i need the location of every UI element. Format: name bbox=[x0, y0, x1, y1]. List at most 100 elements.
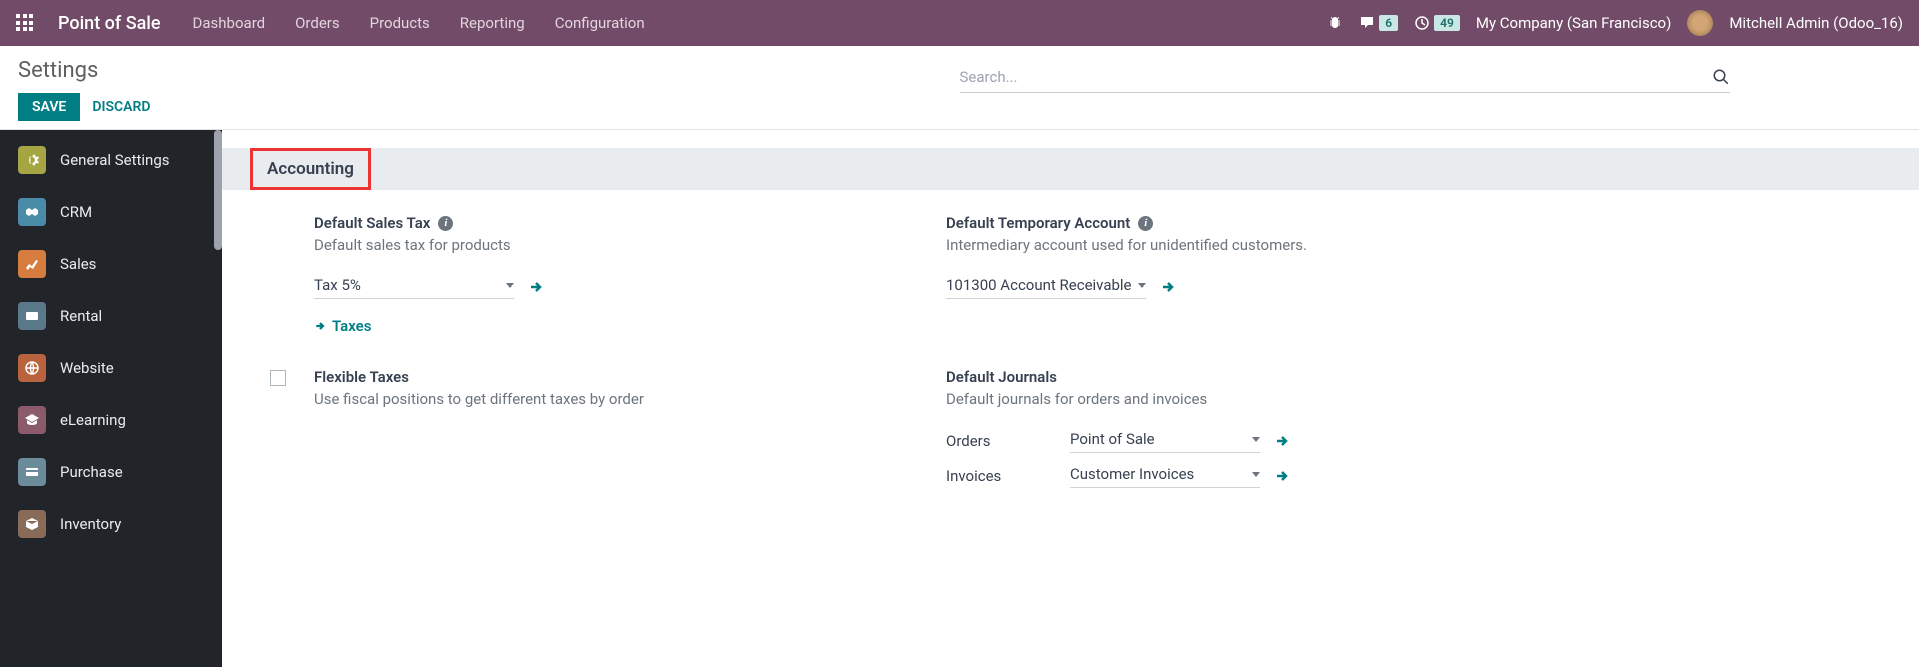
key-icon bbox=[18, 302, 46, 330]
search-input[interactable] bbox=[960, 66, 1712, 88]
field-label: Orders bbox=[946, 432, 1056, 450]
invoices-journal-select[interactable]: Customer Invoices bbox=[1070, 463, 1260, 488]
messages-icon[interactable]: 6 bbox=[1359, 15, 1398, 31]
setting-field: 101300 Account Receivable bbox=[946, 274, 1506, 299]
sidebar-item-label: Website bbox=[60, 359, 114, 377]
sidebar-item-general-settings[interactable]: General Settings bbox=[0, 134, 222, 186]
top-navbar: Point of Sale Dashboard Orders Products … bbox=[0, 0, 1919, 46]
flexible-taxes-checkbox[interactable] bbox=[270, 370, 286, 386]
save-button[interactable]: SAVE bbox=[18, 93, 80, 121]
handshake-icon bbox=[18, 198, 46, 226]
setting-title: Default Temporary Account i bbox=[946, 214, 1506, 232]
sidebar-scrollbar[interactable] bbox=[214, 130, 222, 250]
section-header-accounting: Accounting bbox=[250, 148, 371, 190]
settings-row: Default Sales Tax i Default sales tax fo… bbox=[250, 214, 1891, 336]
sidebar-item-sales[interactable]: Sales bbox=[0, 238, 222, 290]
info-icon[interactable]: i bbox=[1138, 216, 1153, 231]
globe-icon bbox=[18, 354, 46, 382]
box-icon bbox=[18, 510, 46, 538]
setting-title: Flexible Taxes bbox=[314, 368, 874, 386]
user-menu[interactable]: Mitchell Admin (Odoo_16) bbox=[1729, 14, 1903, 32]
graduation-icon bbox=[18, 406, 46, 434]
sidebar-item-elearning[interactable]: eLearning bbox=[0, 394, 222, 446]
nav-configuration[interactable]: Configuration bbox=[555, 14, 645, 32]
setting-desc: Default sales tax for products bbox=[314, 236, 874, 254]
debug-icon[interactable] bbox=[1327, 15, 1343, 31]
external-link-icon[interactable] bbox=[528, 279, 544, 295]
settings-content: Accounting Default Sales Tax i Default s… bbox=[222, 130, 1919, 667]
sidebar-item-label: Purchase bbox=[60, 463, 123, 481]
sidebar-item-rental[interactable]: Rental bbox=[0, 290, 222, 342]
activities-icon[interactable]: 49 bbox=[1414, 15, 1460, 31]
gear-icon bbox=[18, 146, 46, 174]
main: General Settings CRM Sales Rental Websit… bbox=[0, 130, 1919, 667]
sidebar-item-crm[interactable]: CRM bbox=[0, 186, 222, 238]
nav-links: Dashboard Orders Products Reporting Conf… bbox=[193, 14, 645, 32]
app-brand[interactable]: Point of Sale bbox=[58, 13, 161, 34]
page-title: Settings bbox=[18, 58, 960, 83]
section-header-wrap: Accounting bbox=[222, 148, 1919, 190]
discard-button[interactable]: DISCARD bbox=[92, 99, 150, 115]
control-panel: Settings SAVE DISCARD bbox=[0, 46, 1919, 130]
company-switcher[interactable]: My Company (San Francisco) bbox=[1476, 14, 1671, 32]
select-value: Customer Invoices bbox=[1070, 465, 1246, 483]
nav-products[interactable]: Products bbox=[370, 14, 430, 32]
setting-desc: Intermediary account used for unidentifi… bbox=[946, 236, 1506, 254]
sidebar-item-label: Sales bbox=[60, 255, 96, 273]
invoices-field: Invoices Customer Invoices bbox=[946, 463, 1506, 488]
external-link-icon[interactable] bbox=[1274, 433, 1290, 449]
cp-right bbox=[960, 58, 1902, 93]
setting-field: Tax 5% bbox=[314, 274, 874, 299]
chevron-down-icon bbox=[506, 283, 514, 288]
setting-default-sales-tax: Default Sales Tax i Default sales tax fo… bbox=[314, 214, 874, 336]
sidebar-item-inventory[interactable]: Inventory bbox=[0, 498, 222, 550]
setting-default-journals: Default Journals Default journals for or… bbox=[946, 368, 1506, 498]
sidebar-item-website[interactable]: Website bbox=[0, 342, 222, 394]
search-icon[interactable] bbox=[1712, 68, 1730, 86]
orders-journal-select[interactable]: Point of Sale bbox=[1070, 428, 1260, 453]
external-link-icon[interactable] bbox=[1274, 468, 1290, 484]
link-label: Taxes bbox=[332, 317, 371, 335]
sidebar-item-label: Rental bbox=[60, 307, 102, 325]
field-label: Invoices bbox=[946, 467, 1056, 485]
chart-icon bbox=[18, 250, 46, 278]
navbar-left: Point of Sale Dashboard Orders Products … bbox=[16, 13, 1327, 34]
setting-title-text: Flexible Taxes bbox=[314, 368, 409, 386]
setting-desc: Default journals for orders and invoices bbox=[946, 390, 1506, 408]
cp-left: Settings SAVE DISCARD bbox=[18, 58, 960, 121]
setting-title-text: Default Sales Tax bbox=[314, 214, 430, 232]
nav-reporting[interactable]: Reporting bbox=[460, 14, 525, 32]
settings-row: Flexible Taxes Use fiscal positions to g… bbox=[250, 368, 1891, 498]
select-value: 101300 Account Receivable bbox=[946, 276, 1132, 294]
messages-badge: 6 bbox=[1379, 15, 1398, 31]
sidebar-item-label: General Settings bbox=[60, 151, 170, 169]
card-icon bbox=[18, 458, 46, 486]
activities-badge: 49 bbox=[1434, 15, 1460, 31]
sidebar-item-purchase[interactable]: Purchase bbox=[0, 446, 222, 498]
select-value: Point of Sale bbox=[1070, 430, 1246, 448]
setting-title: Default Journals bbox=[946, 368, 1506, 386]
taxes-link[interactable]: Taxes bbox=[314, 317, 371, 335]
settings-sidebar: General Settings CRM Sales Rental Websit… bbox=[0, 130, 222, 667]
select-value: Tax 5% bbox=[314, 276, 500, 294]
chevron-down-icon bbox=[1138, 283, 1146, 288]
sidebar-item-label: CRM bbox=[60, 203, 92, 221]
setting-title-text: Default Journals bbox=[946, 368, 1057, 386]
default-temp-account-select[interactable]: 101300 Account Receivable bbox=[946, 274, 1146, 299]
setting-desc: Use fiscal positions to get different ta… bbox=[314, 390, 874, 408]
setting-default-temp-account: Default Temporary Account i Intermediary… bbox=[946, 214, 1506, 336]
search-container bbox=[960, 62, 1730, 93]
default-sales-tax-select[interactable]: Tax 5% bbox=[314, 274, 514, 299]
apps-icon[interactable] bbox=[16, 14, 34, 32]
chevron-down-icon bbox=[1252, 437, 1260, 442]
sidebar-item-label: Inventory bbox=[60, 515, 121, 533]
setting-flexible-taxes: Flexible Taxes Use fiscal positions to g… bbox=[314, 368, 874, 498]
avatar[interactable] bbox=[1687, 10, 1713, 36]
setting-title: Default Sales Tax i bbox=[314, 214, 874, 232]
chevron-down-icon bbox=[1252, 472, 1260, 477]
nav-dashboard[interactable]: Dashboard bbox=[193, 14, 266, 32]
navbar-right: 6 49 My Company (San Francisco) Mitchell… bbox=[1327, 10, 1903, 36]
external-link-icon[interactable] bbox=[1160, 279, 1176, 295]
nav-orders[interactable]: Orders bbox=[295, 14, 340, 32]
info-icon[interactable]: i bbox=[438, 216, 453, 231]
